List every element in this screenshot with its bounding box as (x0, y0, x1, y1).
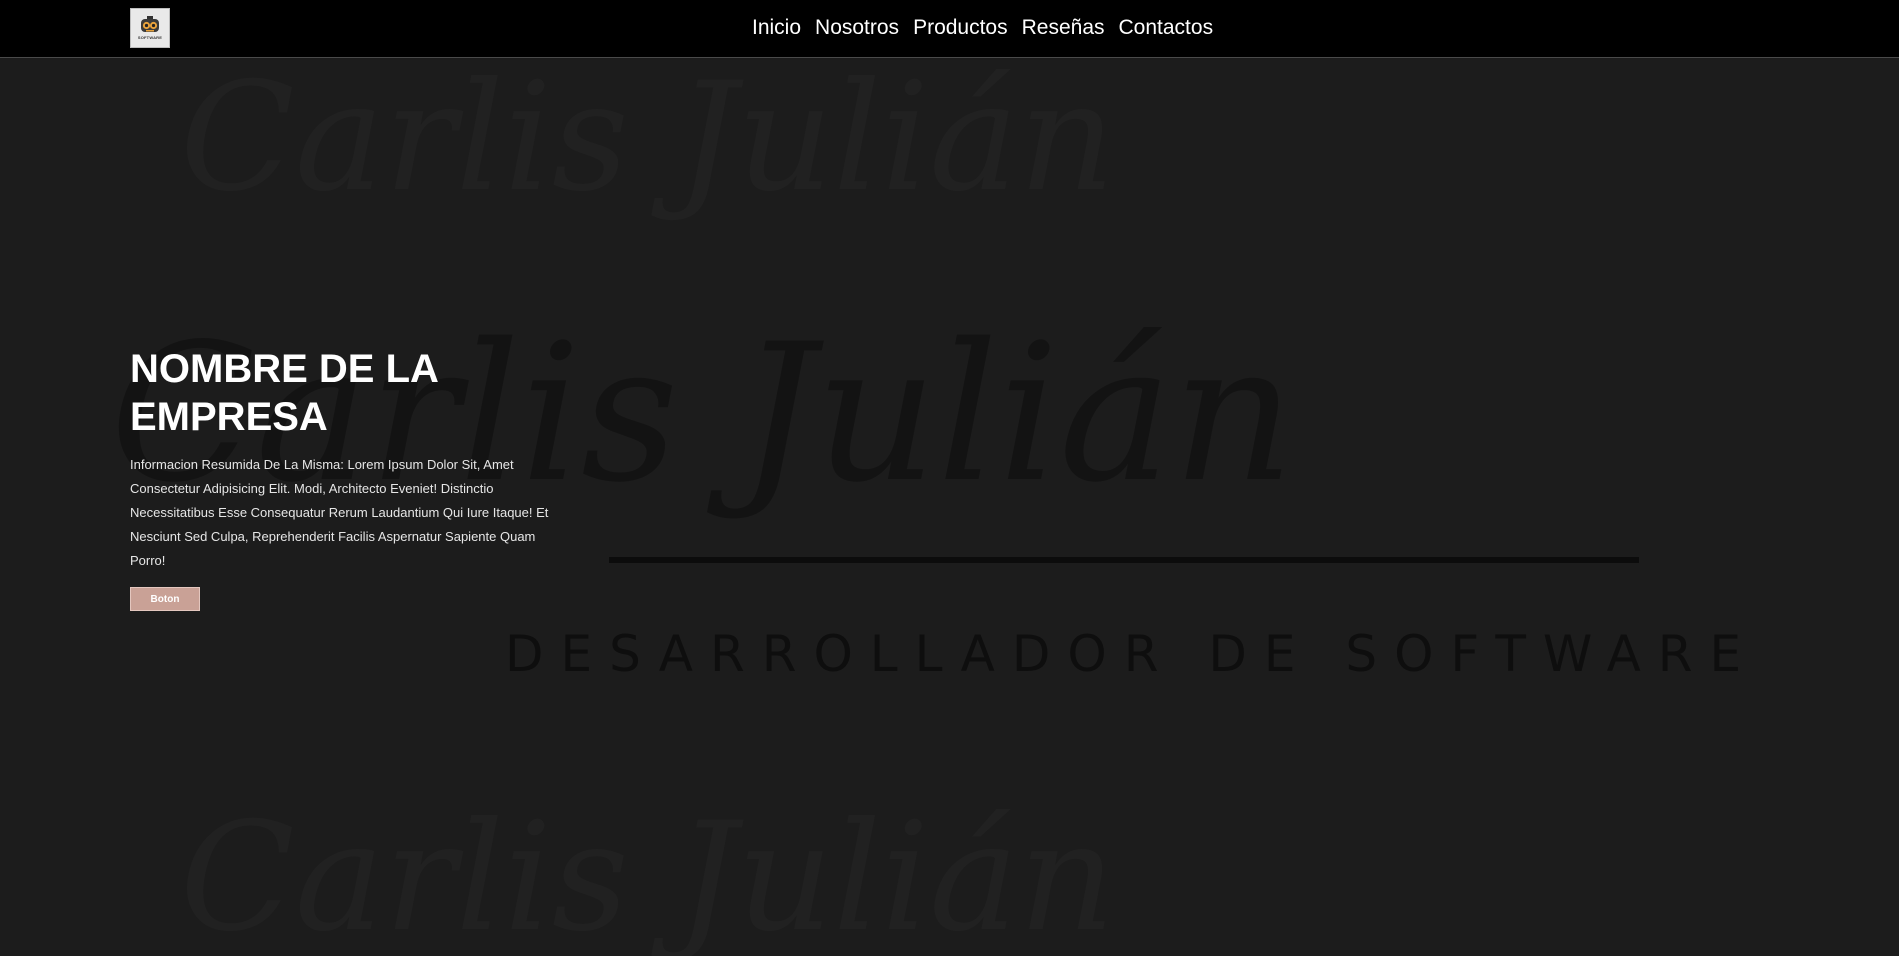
hero-button[interactable]: Boton (130, 587, 200, 611)
hero-content: NOMBRE DE LA EMPRESA Informacion Resumid… (130, 345, 550, 611)
logo-text: SOFTWARE (137, 35, 163, 40)
company-logo[interactable]: SOFTWARE (130, 8, 170, 48)
nav-link-nosotros[interactable]: Nosotros (815, 16, 899, 40)
watermark-underline (609, 557, 1639, 563)
robot-logo-icon (141, 16, 159, 32)
nav-link-resenas[interactable]: Reseñas (1022, 16, 1105, 40)
company-name-heading: NOMBRE DE LA EMPRESA (130, 347, 438, 439)
hero-section: Carlis Julián Carlis Julián DESARROLLADO… (0, 59, 1899, 956)
nav-link-contactos[interactable]: Contactos (1119, 16, 1214, 40)
watermark-signature-top: Carlis Julián (180, 59, 1115, 225)
company-description: Informacion Resumida De La Misma: Lorem … (130, 457, 549, 568)
watermark-subtitle: DESARROLLADOR DE SOFTWARE (505, 625, 1758, 683)
nav-link-inicio[interactable]: Inicio (752, 16, 801, 40)
main-nav: Inicio Nosotros Productos Reseñas Contac… (752, 0, 1213, 56)
top-navbar: SOFTWARE Inicio Nosotros Productos Reseñ… (0, 0, 1899, 58)
nav-link-productos[interactable]: Productos (913, 16, 1008, 40)
watermark-signature-bottom: Carlis Julián (180, 791, 1115, 956)
